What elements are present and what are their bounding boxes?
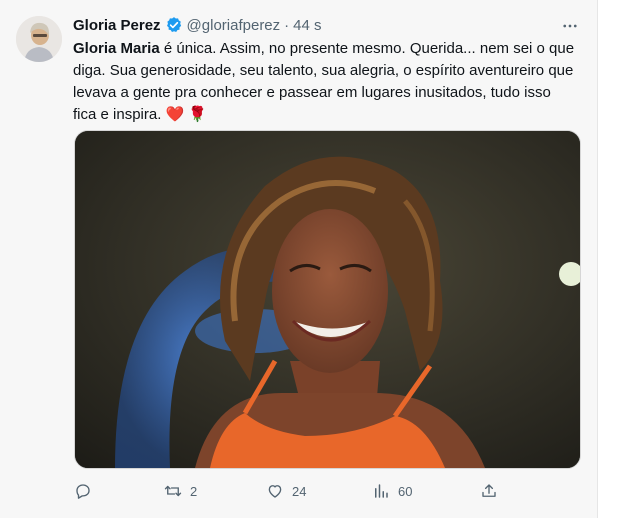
reply-button[interactable] xyxy=(74,479,100,503)
tweet-header: Gloria Perez @gloriafperez · 44 s xyxy=(73,15,322,35)
tweet-photo[interactable] xyxy=(74,130,581,469)
tweet-text: Gloria Maria é única. Assim, no presente… xyxy=(73,38,578,126)
author-handle[interactable]: @gloriafperez xyxy=(187,17,281,34)
tweet-actions: 2 24 60 xyxy=(74,479,504,503)
heart-emoji: ❤️ xyxy=(165,106,185,123)
heart-icon xyxy=(268,485,282,498)
reply-icon xyxy=(76,484,90,499)
tweet-timestamp[interactable]: 44 s xyxy=(293,17,321,34)
share-icon xyxy=(482,484,496,497)
page: Gloria Perez @gloriafperez · 44 s Gloria… xyxy=(0,0,619,518)
avatar[interactable] xyxy=(16,16,62,62)
views-count: 60 xyxy=(398,483,413,499)
verified-badge-icon xyxy=(165,16,183,34)
retweet-count: 2 xyxy=(190,483,198,499)
like-button[interactable]: 24 xyxy=(266,479,306,503)
author-name[interactable]: Gloria Perez xyxy=(73,17,161,34)
header-separator: · xyxy=(284,16,290,34)
tweet-card[interactable]: Gloria Perez @gloriafperez · 44 s Gloria… xyxy=(0,0,598,518)
views-button[interactable]: 60 xyxy=(372,479,412,503)
retweet-button[interactable]: 2 xyxy=(164,479,197,503)
like-count: 24 xyxy=(292,483,307,499)
mentioned-name: Gloria Maria xyxy=(73,40,160,57)
share-button[interactable] xyxy=(480,479,498,503)
more-icon[interactable] xyxy=(560,16,580,36)
retweet-icon xyxy=(164,485,182,497)
views-icon xyxy=(375,484,388,498)
rose-emoji: 🌹 xyxy=(188,106,208,123)
